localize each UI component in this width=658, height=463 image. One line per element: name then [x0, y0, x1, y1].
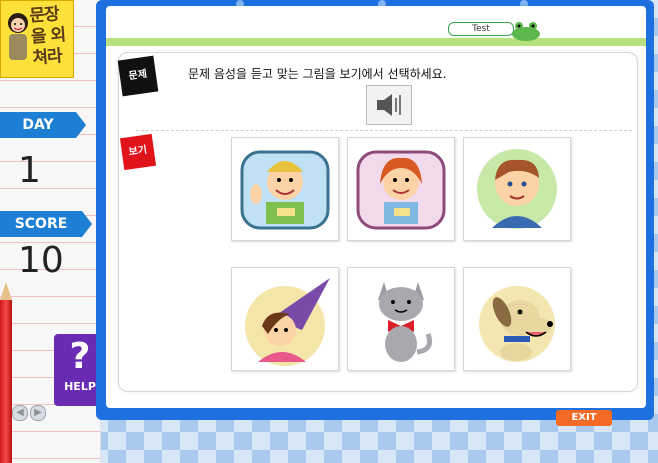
prev-arrow-icon[interactable]: ◀ [12, 405, 28, 421]
play-audio-button[interactable] [366, 85, 412, 125]
score-label: SCORE [14, 216, 68, 232]
test-tab-label: Test [472, 24, 490, 34]
cat-bowtie-icon [378, 282, 433, 362]
day-value: 1 [18, 150, 41, 191]
question-tag-label: 문제 [128, 68, 148, 83]
question-text: 문제 음성을 듣고 맞는 그림을 보기에서 선택하세요. [188, 67, 447, 81]
nav-arrows: ◀ ▶ [12, 400, 48, 421]
day-label: DAY [22, 117, 54, 133]
choice-card-3[interactable] [463, 137, 571, 241]
choice-card-2[interactable] [347, 137, 455, 241]
next-arrow-icon[interactable]: ▶ [30, 405, 46, 421]
boy-face-icon [477, 149, 557, 229]
boy-waving-icon [240, 150, 330, 230]
test-tab: Test [448, 22, 514, 36]
speaker-icon [377, 94, 401, 116]
divider [136, 130, 632, 131]
choice-card-4[interactable] [231, 267, 339, 371]
grass-strip [106, 38, 646, 46]
exit-label: EXIT [571, 412, 597, 423]
choices-tag: 보기 [119, 133, 157, 171]
choices-tag-label: 보기 [128, 144, 148, 159]
exit-button[interactable]: EXIT [556, 410, 612, 426]
choice-card-1[interactable] [231, 137, 339, 241]
choice-card-6[interactable] [463, 267, 571, 371]
witch-girl-icon [245, 278, 330, 366]
dog-icon [479, 286, 555, 362]
choice-card-5[interactable] [347, 267, 455, 371]
day-ribbon: DAY [0, 112, 86, 138]
question-tag: 문제 [117, 55, 159, 97]
logo-title: 문장을 외쳐라 [28, 4, 66, 69]
girl-freckles-icon [356, 150, 446, 230]
score-value: 10 [18, 240, 64, 281]
app-logo: 문장을 외쳐라 [0, 0, 74, 78]
child-mascot-icon [8, 13, 28, 60]
score-ribbon: SCORE [0, 211, 92, 237]
pencil-decoration [0, 282, 12, 463]
